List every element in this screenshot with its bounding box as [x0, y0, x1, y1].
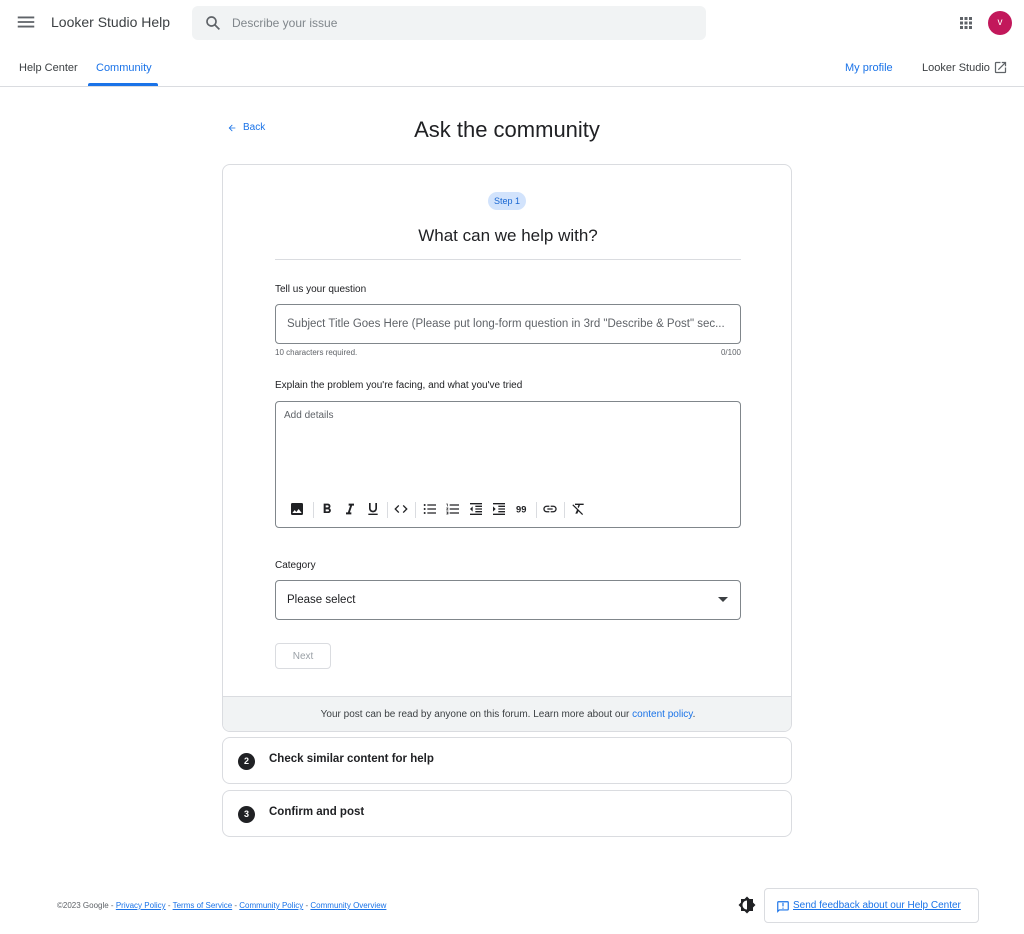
send-feedback-button[interactable]: Send feedback about our Help Center: [764, 888, 979, 923]
open-in-new-icon[interactable]: [993, 60, 1008, 75]
page-footer: ©2023 Google - Privacy Policy - Terms of…: [57, 901, 386, 910]
quote-icon[interactable]: 99: [513, 500, 531, 518]
character-counter: 0/100: [720, 348, 741, 357]
category-value: Please select: [287, 594, 356, 606]
step-number: 3: [238, 806, 255, 823]
toolbar-separator: [387, 502, 388, 518]
toolbar-separator: [564, 502, 565, 518]
step-title: Confirm and post: [269, 806, 365, 818]
bold-icon[interactable]: [318, 500, 336, 518]
image-icon[interactable]: [288, 500, 306, 518]
step-badge: Step 1: [488, 192, 526, 210]
page-title: Ask the community: [414, 117, 600, 142]
community-overview-link[interactable]: Community Overview: [310, 901, 386, 910]
app-title[interactable]: Looker Studio Help: [51, 14, 170, 30]
theme-toggle-icon[interactable]: [738, 896, 756, 914]
menu-icon[interactable]: [15, 11, 37, 33]
search-input[interactable]: [232, 6, 692, 40]
avatar[interactable]: v: [988, 11, 1012, 35]
bulleted-list-icon[interactable]: [421, 500, 439, 518]
question-helper-text: 10 characters required.: [275, 348, 358, 357]
step-heading: What can we help with?: [418, 226, 598, 245]
notice-text: Your post can be read by anyone on this …: [320, 709, 633, 720]
step3-card[interactable]: 3 Confirm and post: [222, 790, 792, 837]
feedback-icon: [777, 901, 789, 913]
search-bar[interactable]: [192, 6, 706, 40]
post-visibility-notice: Your post can be read by anyone on this …: [223, 696, 791, 731]
divider: [275, 259, 741, 260]
content-policy-link[interactable]: content policy: [632, 709, 692, 720]
italic-icon[interactable]: [341, 500, 359, 518]
link-icon[interactable]: [541, 500, 559, 518]
footer-sep: -: [165, 901, 173, 910]
svg-text:99: 99: [516, 504, 526, 514]
step-number: 2: [238, 753, 255, 770]
notice-end: .: [692, 709, 696, 720]
details-label: Explain the problem you're facing, and w…: [275, 380, 523, 391]
code-icon[interactable]: [392, 500, 410, 518]
step1-card: Step 1 What can we help with? Tell us yo…: [222, 164, 792, 732]
details-textarea[interactable]: [284, 410, 732, 490]
category-select[interactable]: Please select: [275, 580, 741, 620]
indent-icon[interactable]: [490, 500, 508, 518]
apps-grid-icon[interactable]: [957, 14, 975, 32]
nav-bar: Help Center Community My profile Looker …: [0, 46, 1024, 87]
tab-help-center[interactable]: Help Center: [19, 62, 78, 74]
category-label: Category: [275, 560, 316, 571]
tab-community[interactable]: Community: [96, 62, 152, 74]
privacy-policy-link[interactable]: Privacy Policy: [116, 901, 166, 910]
community-policy-link[interactable]: Community Policy: [239, 901, 303, 910]
numbered-list-icon[interactable]: [444, 500, 462, 518]
next-button[interactable]: Next: [275, 643, 331, 669]
outdent-icon[interactable]: [467, 500, 485, 518]
underline-icon[interactable]: [364, 500, 382, 518]
search-icon: [206, 16, 220, 30]
details-editor: 99: [275, 401, 741, 528]
terms-of-service-link[interactable]: Terms of Service: [173, 901, 233, 910]
toolbar-separator: [313, 502, 314, 518]
question-input[interactable]: [275, 304, 741, 344]
feedback-label: Send feedback about our Help Center: [793, 900, 961, 911]
step2-card[interactable]: 2 Check similar content for help: [222, 737, 792, 784]
toolbar-separator: [536, 502, 537, 518]
step-title: Check similar content for help: [269, 753, 434, 765]
clear-format-icon[interactable]: [570, 500, 588, 518]
toolbar-separator: [415, 502, 416, 518]
active-tab-indicator: [88, 83, 158, 86]
question-label: Tell us your question: [275, 284, 367, 295]
copyright: ©2023 Google -: [57, 901, 116, 910]
dropdown-caret-icon: [718, 597, 728, 602]
looker-studio-link[interactable]: Looker Studio: [922, 62, 990, 74]
top-bar: Looker Studio Help v: [0, 0, 1024, 46]
my-profile-link[interactable]: My profile: [845, 62, 893, 74]
